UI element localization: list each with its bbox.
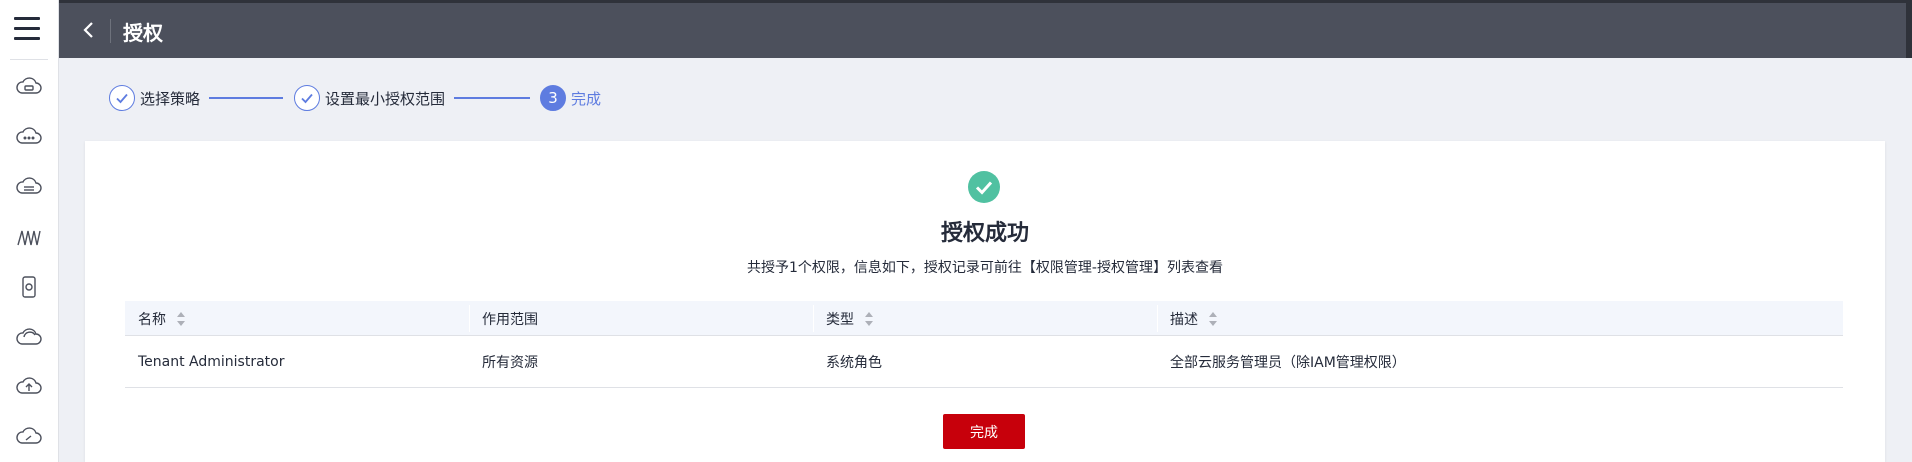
step-connector: [454, 97, 530, 99]
network-icon[interactable]: [15, 223, 43, 251]
column-label: 描述: [1170, 311, 1198, 328]
cell-description: 全部云服务管理员（除IAM管理权限）: [1170, 355, 1406, 371]
header-divider: [110, 19, 111, 43]
step-complete: 3 完成: [540, 84, 601, 112]
check-icon: [294, 85, 320, 111]
page-title: 授权: [123, 21, 163, 45]
cloud-layers-icon[interactable]: [15, 323, 43, 351]
check-icon: [109, 85, 135, 111]
step-label: 设置最小授权范围: [325, 89, 446, 108]
step-select-policy: 选择策略: [109, 84, 200, 112]
table-header: 名称 作用范围 类型 描述: [125, 301, 1843, 336]
cell-type: 系统角色: [826, 355, 882, 371]
success-check-icon: [968, 171, 1000, 203]
table-row: Tenant Administrator 所有资源 系统角色 全部云服务管理员（…: [125, 336, 1843, 388]
column-label: 类型: [826, 311, 854, 328]
result-description: 共授予1个权限，信息如下，授权记录可前往【权限管理-授权管理】列表查看: [747, 260, 1223, 276]
done-button[interactable]: 完成: [943, 414, 1025, 449]
storage-icon[interactable]: [15, 273, 43, 301]
result-title: 授权成功: [940, 221, 1029, 246]
result-card: 授权成功 共授予1个权限，信息如下，授权记录可前往【权限管理-授权管理】列表查看…: [85, 141, 1885, 462]
page-header: 授权: [59, 0, 1912, 58]
cloud-server-icon[interactable]: [15, 73, 43, 101]
step-set-scope: 设置最小授权范围: [294, 84, 445, 112]
cloud-more-icon[interactable]: [15, 123, 43, 151]
cloud-database-icon[interactable]: [15, 173, 43, 201]
cloud-upload-icon[interactable]: [15, 373, 43, 401]
column-header-description[interactable]: 描述: [1157, 301, 1843, 336]
back-arrow-icon[interactable]: [79, 18, 99, 42]
column-label: 名称: [138, 311, 166, 328]
column-label: 作用范围: [482, 311, 538, 328]
column-header-scope: 作用范围: [469, 301, 813, 336]
step-number: 3: [540, 85, 566, 111]
step-label: 完成: [571, 89, 602, 108]
step-connector: [209, 97, 283, 99]
sidebar-divider: [10, 59, 48, 60]
column-header-name[interactable]: 名称: [125, 301, 469, 336]
sort-icon[interactable]: [864, 311, 874, 327]
cell-name: Tenant Administrator: [138, 354, 285, 370]
column-header-type[interactable]: 类型: [813, 301, 1157, 336]
sort-icon[interactable]: [176, 311, 186, 327]
service-sidebar: [0, 0, 59, 462]
app-root: 授权 选择策略 设置最小授权范围 3 完成 授权成功 共授予1个权限，信息如下，…: [0, 0, 1912, 462]
cloud-refresh-icon[interactable]: [15, 423, 43, 451]
menu-icon[interactable]: [14, 17, 40, 41]
cell-scope: 所有资源: [482, 355, 538, 371]
step-label: 选择策略: [140, 89, 201, 108]
window-edge: [1906, 3, 1912, 58]
sort-icon[interactable]: [1208, 311, 1218, 327]
permissions-table: 名称 作用范围 类型 描述 Tenant Administrator 所有资源 …: [125, 301, 1843, 388]
